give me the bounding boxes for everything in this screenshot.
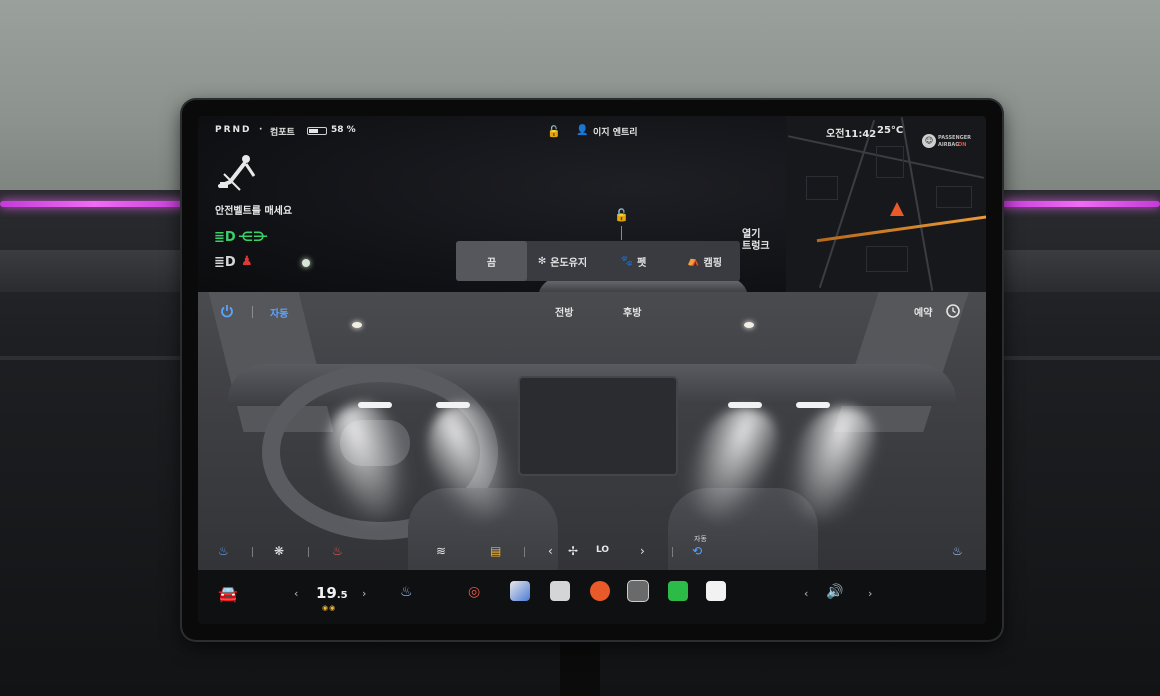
fan-decrease-button[interactable]: ‹ bbox=[548, 544, 553, 558]
rear-defrost-icon[interactable]: ▤ bbox=[490, 544, 501, 558]
media-app-icon[interactable] bbox=[550, 581, 570, 601]
gear-indicator: PRND bbox=[215, 125, 252, 135]
schedule-label[interactable]: 예약 bbox=[914, 304, 932, 319]
climate-panel: 자동 전방 후방 예약 ♨ ❋ ♨ ≋ ▤ ‹ ✢ LO › 자동 ⟲ ♨ bbox=[198, 292, 986, 570]
auto-headlight-icon: ≣D bbox=[214, 255, 236, 270]
touchscreen: PRND · 컴포트 58 % 🔓 👤 이지 엔트리 오전11:42 25°C … bbox=[198, 116, 986, 624]
parking-lights-icon: ⋲⋺ bbox=[238, 230, 269, 245]
drive-mode[interactable]: 컴포트 bbox=[270, 125, 295, 138]
profile-name[interactable]: 이지 엔트리 bbox=[593, 125, 638, 138]
defrost-icon[interactable]: ❋ bbox=[274, 544, 284, 558]
bottom-dock: 🚘 ‹ 19.5 ◉◉ › ♨ ◎ ‹ 🔊 › bbox=[198, 570, 986, 624]
steering-heat-icon[interactable]: ♨ bbox=[332, 544, 343, 558]
mode-keep-climate[interactable]: ✻ 온도유지 bbox=[527, 241, 598, 281]
ambient-light-left bbox=[0, 201, 190, 207]
airbag-icon: ☺ bbox=[922, 134, 936, 148]
outside-temperature: 25°C bbox=[877, 125, 904, 136]
passenger-seat-heat-icon[interactable]: ♨ bbox=[952, 544, 963, 558]
steering-heater-icon[interactable]: ◎ bbox=[468, 584, 480, 600]
cabin-light-right bbox=[744, 322, 754, 328]
volume-increase-button[interactable]: › bbox=[868, 587, 872, 600]
navigation-app-icon[interactable] bbox=[510, 581, 530, 601]
climate-keep-mode-selector: 끔 ✻ 온도유지 🐾 펫 ⛺ 캠핑 bbox=[456, 241, 740, 281]
clock-icon[interactable] bbox=[946, 304, 960, 318]
fan-increase-button[interactable]: › bbox=[640, 544, 645, 558]
fan-level: LO bbox=[596, 545, 610, 555]
status-separator: · bbox=[259, 125, 263, 135]
phone-app-icon[interactable] bbox=[668, 581, 688, 601]
vent-passenger-left[interactable] bbox=[728, 402, 762, 408]
front-defrost-icon[interactable]: ≋ bbox=[436, 544, 446, 558]
seatbelt-warning-icon bbox=[218, 155, 256, 191]
car-lock-icon[interactable]: 🔓 bbox=[614, 208, 629, 222]
clock-time: 오전11:42 bbox=[826, 129, 877, 140]
car-view: PRND · 컴포트 58 % 🔓 👤 이지 엔트리 오전11:42 25°C … bbox=[198, 116, 986, 298]
tab-front[interactable]: 전방 bbox=[555, 304, 573, 319]
tab-rear[interactable]: 후방 bbox=[623, 304, 641, 319]
low-beam-icon: ≣D bbox=[214, 230, 236, 245]
volume-icon[interactable]: 🔊 bbox=[826, 584, 843, 600]
cabin-center-screen bbox=[520, 378, 676, 474]
driver-temperature: 19.5 bbox=[316, 584, 348, 602]
seat-heat-levels-icon: ◉◉ bbox=[322, 604, 337, 612]
temp-decrease-button[interactable]: ‹ bbox=[294, 587, 298, 600]
recirc-auto-label: 자동 bbox=[694, 535, 707, 543]
profile-icon[interactable]: 👤 bbox=[576, 125, 588, 136]
volume-decrease-button[interactable]: ‹ bbox=[804, 587, 808, 600]
mode-pet[interactable]: 🐾 펫 bbox=[598, 241, 669, 281]
passenger-airbag-indicator: ☺ PASSENGER AIRBAG ON bbox=[922, 134, 974, 150]
mode-off[interactable]: 끔 bbox=[456, 241, 527, 281]
mode-camp[interactable]: ⛺ 캠핑 bbox=[669, 241, 740, 281]
navigation-arrow-icon bbox=[890, 202, 904, 216]
tent-icon: ⛺ bbox=[687, 255, 700, 267]
music-app-icon[interactable] bbox=[590, 581, 610, 601]
recirculation-icon[interactable]: ⟲ bbox=[692, 544, 702, 558]
trunk-open-button[interactable]: 열기 트렁크 bbox=[742, 229, 770, 253]
temp-increase-button[interactable]: › bbox=[362, 587, 366, 600]
driver-seat-heat-icon[interactable]: ♨ bbox=[218, 544, 229, 558]
screen-stand bbox=[560, 640, 600, 696]
vent-driver-right[interactable] bbox=[436, 402, 470, 408]
seatbelt-warning-text: 안전벨트를 매세요 bbox=[215, 206, 293, 217]
battery-percent: 58 % bbox=[331, 125, 356, 135]
climate-controls-bar: ♨ ❋ ♨ ≋ ▤ ‹ ✢ LO › 자동 ⟲ ♨ bbox=[198, 534, 986, 570]
lock-pointer-line bbox=[621, 226, 622, 240]
seat-heater-icon[interactable]: ♨ bbox=[400, 584, 413, 600]
indicator-light bbox=[302, 259, 310, 267]
power-icon[interactable] bbox=[220, 304, 234, 318]
fan-icon: ✻ bbox=[537, 255, 547, 267]
seatbelt-red-icon: ♟ bbox=[241, 254, 253, 269]
ambient-light-right bbox=[998, 201, 1160, 207]
lock-icon[interactable]: 🔓 bbox=[547, 125, 561, 138]
vent-driver-left[interactable] bbox=[358, 402, 392, 408]
car-icon[interactable]: 🚘 bbox=[218, 584, 238, 603]
app-launcher-icon[interactable] bbox=[628, 581, 648, 601]
battery-icon bbox=[307, 127, 327, 135]
cabin-light-left bbox=[352, 322, 362, 328]
calendar-app-icon[interactable] bbox=[706, 581, 726, 601]
fan-speed-icon: ✢ bbox=[568, 544, 579, 558]
paw-icon: 🐾 bbox=[620, 255, 634, 267]
vent-passenger-right[interactable] bbox=[796, 402, 830, 408]
climate-auto-button[interactable]: 자동 bbox=[270, 305, 288, 320]
